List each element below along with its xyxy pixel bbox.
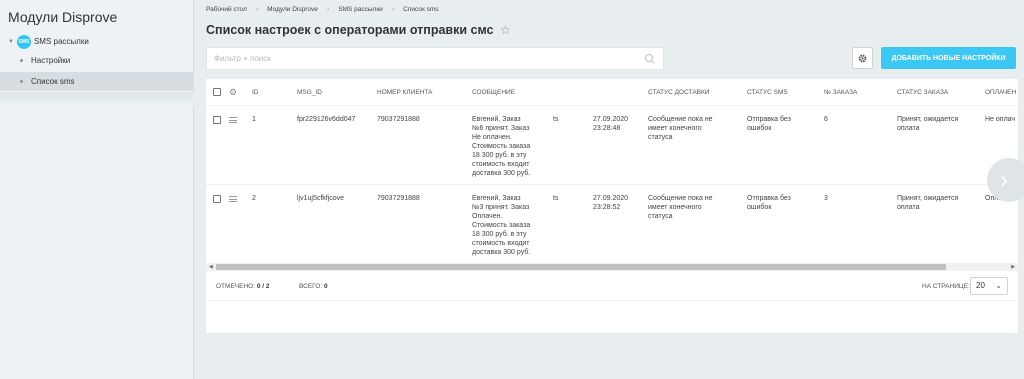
add-settings-button[interactable]: ДОБАВИТЬ НОВЫЕ НАСТРОЙКИ: [881, 47, 1016, 69]
column-header[interactable]: MSG_ID: [297, 89, 322, 96]
scroll-left-icon[interactable]: ◀: [209, 264, 213, 270]
cell-order-status: Принят, ожидается оплата: [897, 195, 959, 211]
search-icon[interactable]: [644, 53, 656, 65]
cell-paid: Не оплач: [985, 116, 1016, 123]
table-row[interactable]: 2 ljv1uj5cfkfjcove 79037291888 Евгений, …: [206, 185, 1018, 263]
cell-sender: ts: [553, 116, 559, 123]
cell-sms-status: Отправка без ошибок: [747, 195, 791, 211]
cell-msg-id: ljv1uj5cfkfjcove: [297, 195, 345, 202]
selected-count: ОТМЕЧЕНО: 0 / 2: [216, 283, 270, 290]
cell-phone: 79037291888: [377, 195, 420, 202]
sidebar-item-label: Настройки: [31, 56, 71, 65]
column-header[interactable]: ID: [252, 89, 259, 96]
column-header[interactable]: № ЗАКАЗА: [824, 89, 857, 96]
search-input[interactable]: [207, 48, 627, 69]
per-page-select[interactable]: 20 ⌄: [970, 277, 1008, 295]
cell-delivery-status: Сообщение пока не имеет конечного статуса: [648, 116, 713, 141]
cell-msg-id: fpr229126v6dd047: [297, 116, 356, 123]
grid-panel: ⚙ ID MSG_ID НОМЕР КЛИЕНТА СООБЩЕНИЕ СТАТ…: [206, 79, 1018, 333]
sidebar-item-sms[interactable]: ▼ SMS SMS рассылки: [0, 32, 194, 51]
row-checkbox[interactable]: [213, 195, 221, 203]
gear-icon: [858, 54, 867, 62]
total-count: ВСЕГО: 0: [299, 283, 328, 290]
cell-order-number: 3: [824, 195, 828, 202]
sidebar-item-label: SMS рассылки: [33, 37, 89, 46]
cell-order-number: 6: [824, 116, 828, 123]
cell-id: 1: [252, 116, 256, 123]
sidebar-item-sms-list[interactable]: Список sms: [0, 72, 194, 91]
breadcrumb-item[interactable]: Модули Disprove: [267, 6, 318, 13]
sidebar-item-label: Список sms: [31, 77, 75, 86]
chevron-right-icon[interactable]: ›: [987, 158, 1024, 202]
chevron-right-icon: ›: [391, 6, 395, 13]
data-grid: ⚙ ID MSG_ID НОМЕР КЛИЕНТА СООБЩЕНИЕ СТАТ…: [206, 79, 1018, 263]
cell-sender: ts: [553, 195, 559, 202]
per-page-label: НА СТРАНИЦЕ:: [922, 283, 970, 290]
star-icon[interactable]: ☆: [500, 23, 511, 37]
select-all-checkbox[interactable]: [213, 88, 221, 96]
sidebar: Модули Disprove ▼ SMS SMS рассылки Настр…: [0, 0, 194, 379]
breadcrumb: Рабочий стол › Модули Disprove › SMS рас…: [206, 6, 439, 13]
column-header[interactable]: СТАТУС ДОСТАВКИ: [648, 89, 709, 96]
page-title: Список настроек с операторами отправки с…: [206, 23, 494, 37]
chevron-right-icon: ›: [255, 6, 259, 13]
column-header[interactable]: СООБЩЕНИЕ: [472, 89, 515, 96]
breadcrumb-item[interactable]: Рабочий стол: [206, 6, 247, 13]
caret-down-icon[interactable]: ▼: [8, 39, 14, 45]
horizontal-scrollbar[interactable]: ◀ ▶: [206, 263, 1018, 271]
grid-header: ⚙ ID MSG_ID НОМЕР КЛИЕНТА СООБЩЕНИЕ СТАТ…: [206, 79, 1018, 106]
per-page-value: 20: [976, 281, 985, 290]
grid-footer: ОТМЕЧЕНО: 0 / 2 ВСЕГО: 0 НА СТРАНИЦЕ: 20…: [206, 271, 1018, 301]
breadcrumb-item[interactable]: Список sms: [403, 6, 438, 13]
cell-message: Евгений, Заказ №6 принят. Заказ Не оплачен…: [472, 116, 531, 177]
sidebar-title: Модули Disprove: [8, 9, 118, 25]
row-checkbox[interactable]: [213, 116, 221, 124]
column-settings-icon[interactable]: ⚙: [229, 87, 237, 98]
column-header[interactable]: СТАТУС SMS: [747, 89, 788, 96]
bullet-icon: [20, 59, 23, 62]
sidebar-item-settings[interactable]: Настройки: [0, 51, 194, 70]
cell-date: 27.09.2020 23:28:48: [593, 116, 629, 132]
column-header[interactable]: СТАТУС ЗАКАЗА: [897, 89, 948, 96]
cell-order-status: Принят, ожидается оплата: [897, 116, 959, 132]
cell-date: 27.09.2020 23:28:52: [593, 195, 629, 211]
cell-id: 2: [252, 195, 256, 202]
cell-delivery-status: Сообщение пока не имеет конечного статуса: [648, 195, 713, 220]
column-header[interactable]: НОМЕР КЛИЕНТА: [377, 89, 433, 96]
settings-button[interactable]: [852, 47, 873, 69]
chevron-right-icon: ›: [326, 6, 330, 13]
chevron-down-icon: ⌄: [995, 281, 1002, 290]
cell-message: Евгений, Заказ №3 принят. Заказ Оплачен. Ст…: [472, 195, 531, 256]
cell-phone: 79037291888: [377, 116, 420, 123]
cell-sms-status: Отправка без ошибок: [747, 116, 791, 132]
breadcrumb-item[interactable]: SMS рассылки: [338, 6, 383, 13]
bullet-icon: [20, 80, 23, 83]
filter-box[interactable]: [206, 47, 664, 70]
scrollbar-thumb[interactable]: [216, 264, 946, 270]
row-menu-icon[interactable]: [229, 117, 237, 123]
sidebar-divider: [0, 92, 194, 106]
sms-icon: SMS: [16, 34, 31, 49]
column-header[interactable]: ОПЛАЧЕН: [985, 89, 1016, 96]
table-row[interactable]: 1 fpr229126v6dd047 79037291888 Евгений, …: [206, 106, 1018, 185]
scroll-right-icon[interactable]: ▶: [1011, 264, 1015, 270]
row-menu-icon[interactable]: [229, 196, 237, 202]
